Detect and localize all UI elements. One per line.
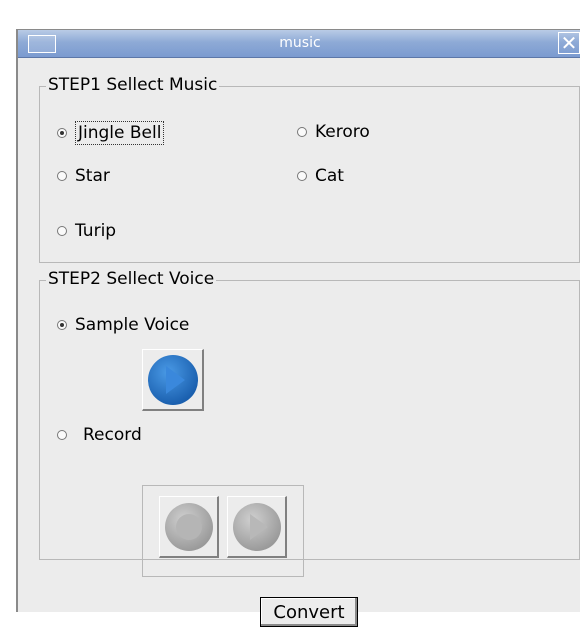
radio-indicator — [297, 127, 307, 137]
step1-music-group: STEP1 Sellect Music Jingle Bell Keroro S… — [39, 75, 580, 263]
record-play-button[interactable] — [227, 496, 287, 558]
radio-label: Keroro — [315, 122, 370, 142]
record-button[interactable] — [159, 496, 219, 558]
sample-play-button[interactable] — [142, 349, 204, 411]
convert-button[interactable]: Convert — [260, 597, 358, 627]
radio-indicator — [297, 171, 307, 181]
record-controls-frame — [142, 485, 304, 577]
radio-indicator — [57, 430, 67, 440]
step2-title: STEP2 Sellect Voice — [46, 269, 217, 289]
radio-label: Sample Voice — [75, 315, 190, 335]
radio-cat[interactable]: Cat — [297, 166, 344, 186]
radio-record[interactable]: Record — [57, 425, 142, 445]
radio-keroro[interactable]: Keroro — [297, 122, 370, 142]
radio-indicator — [57, 226, 67, 236]
radio-turip[interactable]: Turip — [57, 221, 116, 241]
title-bar[interactable]: music ✕ — [18, 30, 580, 58]
close-button[interactable]: ✕ — [558, 32, 580, 54]
radio-label: Record — [83, 425, 142, 445]
music-window: music ✕ STEP1 Sellect Music Jingle Bell … — [16, 29, 580, 627]
radio-sample-voice[interactable]: Sample Voice — [57, 315, 189, 335]
radio-star[interactable]: Star — [57, 166, 110, 186]
record-icon — [164, 502, 213, 551]
play-icon — [232, 502, 281, 551]
radio-indicator — [57, 320, 67, 330]
step1-title: STEP1 Sellect Music — [46, 75, 220, 95]
radio-indicator — [57, 128, 67, 138]
radio-label: Star — [75, 166, 110, 186]
play-icon — [147, 354, 198, 405]
radio-label: Jingle Bell — [75, 121, 165, 145]
radio-indicator — [57, 171, 67, 181]
radio-label: Cat — [315, 166, 344, 186]
step2-voice-group: STEP2 Sellect Voice Sample Voice Record — [39, 269, 580, 577]
radio-jingle-bell[interactable]: Jingle Bell — [57, 121, 165, 145]
radio-label: Turip — [75, 221, 117, 241]
window-title: music — [279, 35, 321, 51]
